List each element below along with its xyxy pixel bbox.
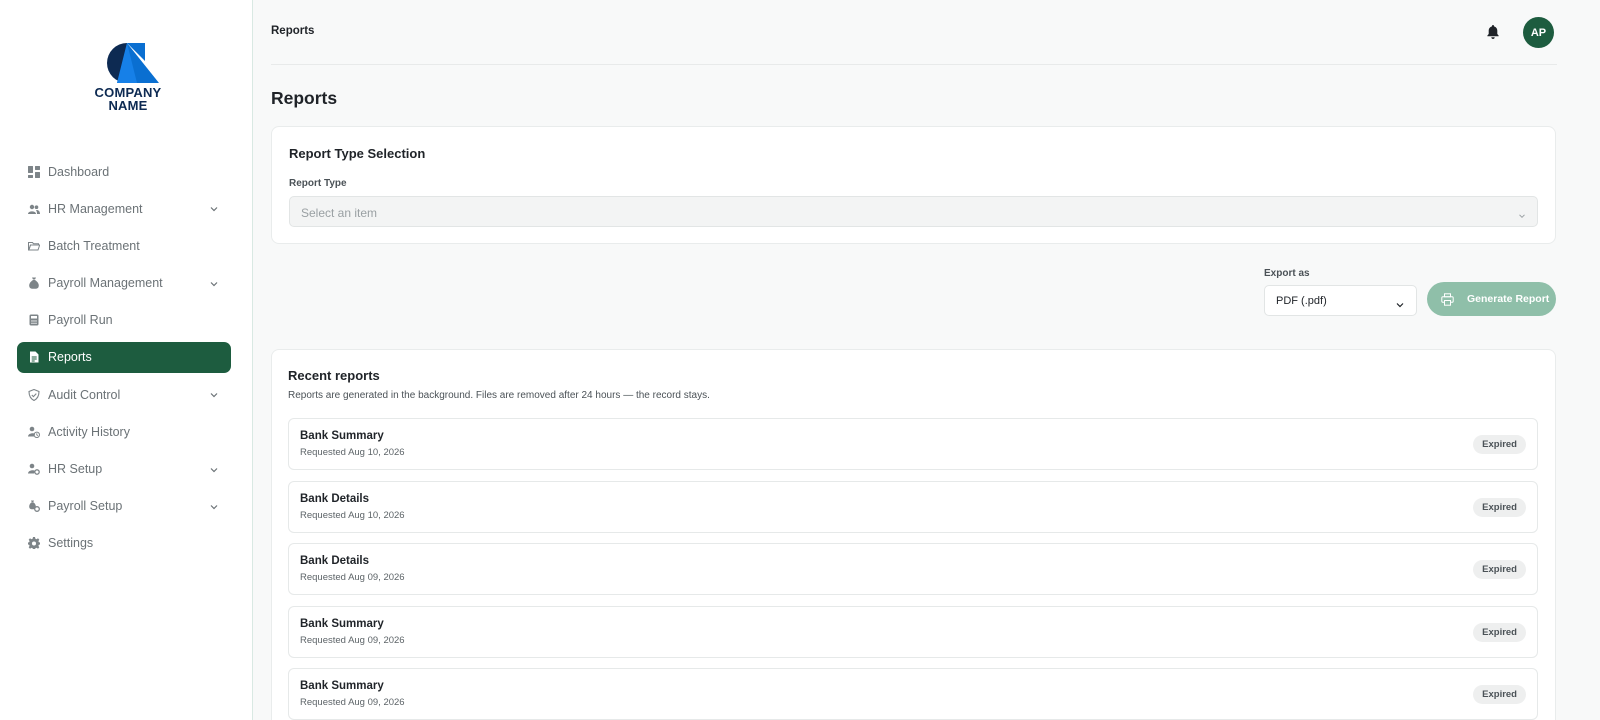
sidebar-item-settings[interactable]: Settings: [17, 528, 231, 559]
shield-check-icon: [28, 388, 40, 401]
sidebar-item-label: Batch Treatment: [48, 238, 140, 253]
sidebar-item-label: Activity History: [48, 424, 130, 439]
status-badge: Expired: [1473, 498, 1526, 517]
sidebar-item-reports[interactable]: Reports: [17, 341, 231, 373]
export-format-value: PDF (.pdf): [1276, 295, 1327, 307]
report-icon: [28, 351, 40, 363]
generate-report-button[interactable]: Generate Report: [1427, 282, 1556, 316]
report-row[interactable]: Bank Summary Requested Aug 09, 2026 Expi…: [288, 606, 1538, 658]
recent-reports-title: Recent reports: [288, 368, 380, 383]
report-row[interactable]: Bank Summary Requested Aug 09, 2026 Expi…: [288, 668, 1538, 720]
page-title: Reports: [271, 88, 338, 108]
report-requested-date: Requested Aug 09, 2026: [300, 635, 405, 646]
recent-reports-subtitle: Reports are generated in the background.…: [288, 390, 710, 401]
generate-report-label: Generate Report: [1467, 293, 1550, 305]
company-logo[interactable]: COMPANY NAME: [92, 43, 164, 112]
report-type-card: Report Type Selection Report Type Select…: [271, 126, 1556, 244]
company-name-line2: NAME: [108, 98, 148, 113]
recent-reports-card: Recent reports Reports are generated in …: [271, 349, 1556, 720]
report-name: Bank Summary: [300, 618, 384, 630]
report-row[interactable]: Bank Details Requested Aug 09, 2026 Expi…: [288, 543, 1538, 595]
sidebar-item-activity-history[interactable]: Activity History: [17, 416, 231, 447]
chevron-down-icon[interactable]: [209, 203, 219, 213]
chevron-down-icon[interactable]: [209, 389, 219, 399]
export-format-select[interactable]: PDF (.pdf): [1264, 285, 1417, 316]
user-clock-icon: [28, 426, 40, 438]
calculator-icon: [28, 314, 40, 326]
sidebar-item-payroll-setup[interactable]: Payroll Setup: [17, 491, 231, 522]
status-badge: Expired: [1473, 623, 1526, 642]
report-type-placeholder: Select an item: [301, 206, 378, 220]
chevron-down-icon[interactable]: [209, 464, 219, 474]
avatar[interactable]: AP: [1523, 17, 1554, 48]
sidebar-item-label: HR Setup: [48, 462, 103, 476]
printer-icon: [1441, 292, 1454, 306]
report-name: Bank Summary: [300, 680, 384, 692]
folder-open-icon: [28, 240, 40, 252]
report-type-label: Report Type: [289, 178, 347, 189]
report-name: Bank Summary: [300, 430, 384, 442]
sidebar-item-label: Reports: [48, 350, 92, 365]
sidebar-item-label: Payroll Run: [48, 313, 113, 328]
report-name: Bank Details: [300, 555, 370, 567]
report-type-select[interactable]: Select an item: [289, 196, 1538, 227]
sidebar-item-label: Payroll Setup: [48, 499, 123, 514]
top-bar: Reports AP: [271, 0, 1557, 65]
sidebar: COMPANY NAME Dashboard HR Management Bat…: [0, 0, 253, 720]
report-requested-date: Requested Aug 10, 2026: [300, 447, 405, 458]
export-as-label: Export as: [1264, 268, 1310, 279]
company-name: COMPANY NAME: [92, 86, 164, 112]
money-bag-icon: [28, 277, 40, 289]
report-requested-date: Requested Aug 10, 2026: [300, 510, 405, 521]
sidebar-item-label: Settings: [48, 536, 94, 551]
status-badge: Expired: [1473, 435, 1526, 454]
status-badge: Expired: [1473, 685, 1526, 704]
sidebar-item-hr-setup[interactable]: HR Setup: [17, 454, 231, 485]
chevron-down-icon: [1517, 208, 1527, 219]
payroll-settings-icon: [28, 500, 40, 513]
dashboard-icon: [28, 165, 40, 178]
report-requested-date: Requested Aug 09, 2026: [300, 572, 405, 583]
sidebar-item-label: Payroll Management: [48, 276, 163, 291]
sidebar-item-label: Audit Control: [48, 387, 121, 402]
report-type-card-title: Report Type Selection: [289, 146, 426, 161]
logo-mark-icon: [107, 43, 159, 83]
report-requested-date: Requested Aug 09, 2026: [300, 697, 405, 708]
sidebar-nav: Dashboard HR Management Batch Treatment …: [17, 156, 231, 565]
user-settings-icon: [28, 463, 40, 475]
breadcrumb[interactable]: Reports: [271, 25, 314, 37]
sidebar-item-hr-management[interactable]: HR Management: [17, 193, 231, 224]
sidebar-item-label: HR Management: [48, 201, 143, 216]
sidebar-item-dashboard[interactable]: Dashboard: [17, 156, 231, 187]
people-icon: [28, 203, 40, 215]
chevron-down-icon[interactable]: [209, 501, 219, 511]
report-row[interactable]: Bank Details Requested Aug 10, 2026 Expi…: [288, 481, 1538, 533]
bell-icon[interactable]: [1485, 24, 1501, 40]
report-row[interactable]: Bank Summary Requested Aug 10, 2026 Expi…: [288, 418, 1538, 470]
sidebar-item-label: Dashboard: [48, 164, 110, 179]
sidebar-item-payroll-management[interactable]: Payroll Management: [17, 268, 231, 299]
sidebar-item-audit-control[interactable]: Audit Control: [17, 379, 231, 410]
status-badge: Expired: [1473, 560, 1526, 579]
sidebar-item-batch-treatment[interactable]: Batch Treatment: [17, 230, 231, 261]
report-name: Bank Details: [300, 493, 370, 505]
chevron-down-icon[interactable]: [209, 278, 219, 288]
gear-icon: [28, 537, 40, 550]
chevron-down-icon: [1395, 297, 1405, 308]
sidebar-item-payroll-run[interactable]: Payroll Run: [17, 305, 231, 336]
